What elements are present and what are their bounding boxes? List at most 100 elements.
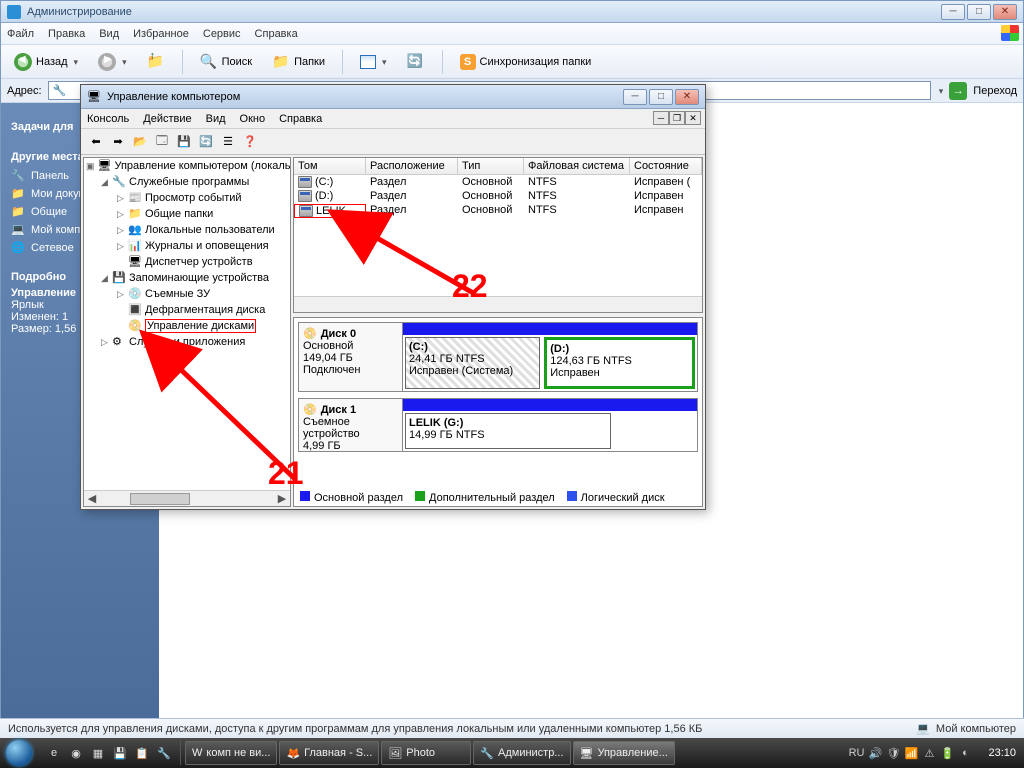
tray-icon[interactable]: ◐ (958, 747, 972, 759)
drive-icon (299, 205, 313, 217)
task-button[interactable]: 🖥Управление... (573, 741, 675, 765)
tree-services[interactable]: ▷⚙Службы и приложения (84, 334, 290, 350)
close-button[interactable]: ✕ (993, 4, 1017, 20)
partition-d[interactable]: (D:)124,63 ГБ NTFSИсправен (544, 337, 695, 389)
menu-help[interactable]: Справка (255, 28, 298, 40)
ql-ie-icon[interactable]: e (44, 741, 64, 765)
up-button[interactable] (140, 49, 172, 75)
go-icon[interactable]: → (949, 82, 967, 100)
tree-item[interactable]: ▷📊Журналы и оповещения (84, 238, 290, 254)
search-button[interactable]: Поиск (193, 49, 259, 75)
mmc-menu-console[interactable]: Консоль (87, 113, 129, 125)
tree-disk-management[interactable]: 📀Управление дисками (84, 318, 290, 334)
menu-favorites[interactable]: Избранное (133, 28, 189, 40)
volume-scrollbar[interactable] (294, 296, 702, 312)
col-state[interactable]: Состояние (630, 158, 702, 174)
refresh-button[interactable] (400, 49, 432, 75)
volume-row[interactable]: (D:) РазделОсновнойNTFSИсправен (294, 189, 702, 203)
clock[interactable]: 23:10 (980, 747, 1024, 759)
partition-c[interactable]: (C:)24,41 ГБ NTFSИсправен (Система) (405, 337, 540, 389)
sync-button[interactable]: SСинхронизация папки (453, 49, 599, 75)
col-type[interactable]: Тип (458, 158, 524, 174)
mmc-tree[interactable]: ▣🖥Управление компьютером (локальный) ◢🔧С… (83, 157, 291, 507)
annotation-22: 22 (452, 268, 488, 305)
mdi-close[interactable]: ✕ (685, 111, 701, 125)
menu-file[interactable]: Файл (7, 28, 34, 40)
task-button[interactable]: 🖼Photo (381, 741, 471, 765)
tb-list-icon[interactable]: ☰ (219, 133, 237, 151)
volume-row[interactable]: (C:) РазделОсновнойNTFSИсправен ( (294, 175, 702, 189)
tree-item[interactable]: ▷📰Просмотр событий (84, 190, 290, 206)
tree-root[interactable]: ▣🖥Управление компьютером (локальный) (84, 158, 290, 174)
tb-help-icon[interactable]: ❓ (241, 133, 259, 151)
back-icon (14, 53, 32, 71)
mmc-menu-view[interactable]: Вид (206, 113, 226, 125)
task-button[interactable]: 🦊Главная - S... (279, 741, 379, 765)
folders-button[interactable]: Папки (265, 49, 332, 75)
task-button[interactable]: 🔧Администр... (473, 741, 570, 765)
tray-icon[interactable]: 📶 (904, 747, 918, 760)
sync-icon: S (460, 54, 476, 70)
tb-export-icon[interactable]: 💾 (175, 133, 193, 151)
tray-icon[interactable]: 🔊 (868, 747, 882, 760)
tree-system-tools[interactable]: ◢🔧Служебные программы (84, 174, 290, 190)
volume-list[interactable]: Том Расположение Тип Файловая система Со… (293, 157, 703, 313)
forward-button[interactable] (91, 49, 134, 75)
col-fs[interactable]: Файловая система (524, 158, 630, 174)
mmc-menu-help[interactable]: Справка (279, 113, 322, 125)
partition-g[interactable]: LELIK (G:)14,99 ГБ NTFS (405, 413, 611, 449)
task-button[interactable]: Wкомп не ви... (185, 741, 277, 765)
disk1-block[interactable]: 📀Диск 1 Съемное устройство4,99 ГБ LELIK … (298, 398, 698, 452)
app-icon (7, 5, 21, 19)
volume-header: Том Расположение Тип Файловая система Со… (294, 158, 702, 175)
mmc-close[interactable]: ✕ (675, 89, 699, 105)
mmc-minimize[interactable]: ─ (623, 89, 647, 105)
maximize-button[interactable]: □ (967, 4, 991, 20)
ql-item-icon[interactable]: ▦ (88, 741, 108, 765)
ql-chrome-icon[interactable]: ◉ (66, 741, 86, 765)
mmc-menubar: Консоль Действие Вид Окно Справка ─ ❐ ✕ (81, 109, 705, 129)
ql-item-icon[interactable]: 📋 (132, 741, 152, 765)
forward-icon (98, 53, 116, 71)
tree-item[interactable]: ▷👥Локальные пользователи (84, 222, 290, 238)
go-label[interactable]: Переход (973, 85, 1017, 97)
ql-item-icon[interactable]: 🔧 (154, 741, 174, 765)
tray-icon[interactable]: ⚠ (922, 747, 936, 760)
minimize-button[interactable]: ─ (941, 4, 965, 20)
titlebar: Администрирование ─ □ ✕ (1, 1, 1023, 23)
volume-row-lelik[interactable]: LELIK РазделОсновнойNTFSИсправен (294, 203, 702, 219)
tree-scrollbar[interactable]: ◀▶ (84, 490, 290, 506)
tb-fwd-icon[interactable]: ➡ (109, 133, 127, 151)
address-dropdown[interactable] (937, 85, 944, 97)
disk0-block[interactable]: 📀Диск 0 Основной149,04 ГБПодключен (C:)2… (298, 322, 698, 392)
ql-item-icon[interactable]: 💾 (110, 741, 130, 765)
tb-props-icon[interactable]: 🗔 (153, 133, 171, 151)
views-button[interactable] (353, 49, 394, 75)
statusbar: Используется для управления дисками, дос… (0, 718, 1024, 738)
mmc-menu-window[interactable]: Окно (240, 113, 266, 125)
tb-back-icon[interactable]: ⬅ (87, 133, 105, 151)
mdi-minimize[interactable]: ─ (653, 111, 669, 125)
mdi-restore[interactable]: ❐ (669, 111, 685, 125)
col-layout[interactable]: Расположение (366, 158, 458, 174)
tray-icon[interactable]: 🛡 (886, 747, 900, 760)
mmc-menu-action[interactable]: Действие (143, 113, 191, 125)
lang-indicator[interactable]: RU (849, 747, 865, 759)
tb-refresh-icon[interactable]: 🔄 (197, 133, 215, 151)
col-volume[interactable]: Том (294, 158, 366, 174)
menu-tools[interactable]: Сервис (203, 28, 241, 40)
tree-storage[interactable]: ◢💾Запоминающие устройства (84, 270, 290, 286)
mmc-maximize[interactable]: □ (649, 89, 673, 105)
back-button[interactable]: Назад (7, 49, 85, 75)
menu-edit[interactable]: Правка (48, 28, 85, 40)
menu-view[interactable]: Вид (99, 28, 119, 40)
tree-item[interactable]: ▷📁Общие папки (84, 206, 290, 222)
tree-item[interactable]: 🔳Дефрагментация диска (84, 302, 290, 318)
start-button[interactable] (0, 738, 38, 768)
tree-item[interactable]: 🖥Диспетчер устройств (84, 254, 290, 270)
up-icon (147, 53, 165, 71)
drive-icon (298, 190, 312, 202)
tree-item[interactable]: ▷💿Съемные ЗУ (84, 286, 290, 302)
tb-up-icon[interactable]: 📂 (131, 133, 149, 151)
tray-icon[interactable]: 🔋 (940, 747, 954, 760)
